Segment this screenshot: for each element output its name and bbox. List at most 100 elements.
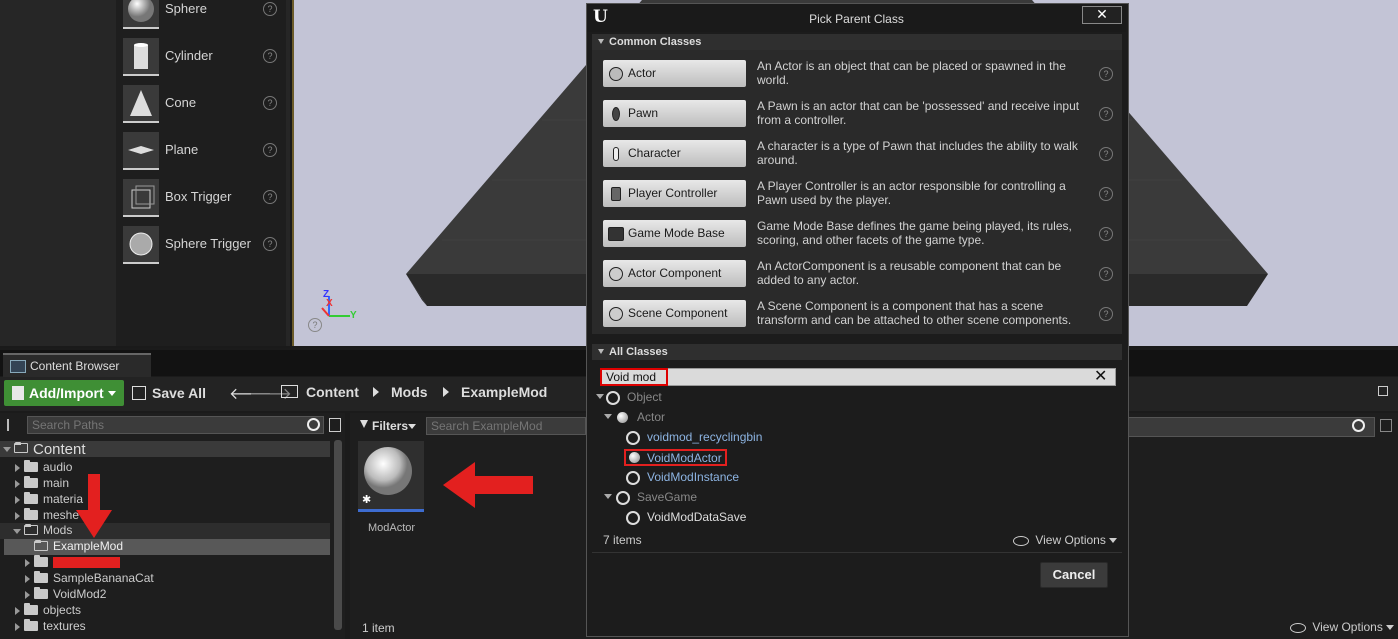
expand-icon[interactable] (15, 480, 20, 488)
help-icon[interactable]: ? (1099, 307, 1113, 321)
close-button[interactable]: ✕ (1082, 6, 1122, 24)
lock-icon[interactable] (1378, 386, 1388, 396)
search-paths-input[interactable] (27, 416, 324, 434)
expand-icon[interactable] (596, 394, 604, 399)
class-button-pawn[interactable]: Pawn (603, 100, 746, 127)
help-icon[interactable]: ? (1099, 107, 1113, 121)
common-classes-header[interactable]: Common Classes (592, 34, 1122, 50)
search-icon[interactable] (1352, 419, 1365, 432)
help-icon[interactable]: ? (263, 2, 277, 16)
expand-icon[interactable] (25, 575, 30, 583)
actor-component-icon (609, 267, 623, 281)
expand-icon[interactable] (3, 447, 11, 452)
class-button-player-controller[interactable]: Player Controller (603, 180, 746, 207)
save-search-icon[interactable] (1380, 419, 1392, 432)
help-icon[interactable]: ? (1099, 147, 1113, 161)
class-description: A character is a type of Pawn that inclu… (757, 139, 1078, 167)
expand-icon[interactable] (25, 591, 30, 599)
filters-label: Filters (372, 419, 409, 433)
help-icon[interactable]: ? (1099, 267, 1113, 281)
help-icon[interactable]: ? (1099, 187, 1113, 201)
tree-item-label: objects (43, 603, 82, 617)
breadcrumb-content[interactable]: Content (306, 384, 359, 400)
cancel-button[interactable]: Cancel (1040, 562, 1108, 588)
expand-icon[interactable] (15, 464, 20, 472)
tree-item-examplemod[interactable]: ExampleMod (4, 539, 330, 555)
help-icon[interactable]: ? (1099, 227, 1113, 241)
class-button-actor[interactable]: Actor (603, 60, 746, 87)
view-options-label: View Options (1035, 533, 1106, 547)
breadcrumb-separator[interactable] (443, 387, 449, 397)
class-tree-label: VoidModActor (647, 451, 722, 465)
class-tree-label: Actor (637, 410, 666, 424)
character-icon (613, 147, 619, 161)
place-actors-list: Sphere ? Cylinder ? Cone ? Plane ? Box T… (116, 0, 286, 346)
annotation-arrow-down (76, 474, 112, 538)
tab-content-browser[interactable]: Content Browser (3, 353, 151, 379)
collapse-icon[interactable] (598, 349, 604, 354)
folder-open-icon (24, 524, 38, 535)
collapse-icon[interactable] (598, 39, 604, 44)
paths-scrollbar[interactable] (334, 440, 342, 630)
folder-open-icon (14, 442, 28, 453)
place-item-label: Sphere (165, 1, 207, 16)
place-item-sphere[interactable]: Sphere ? (116, 0, 286, 33)
all-classes-header[interactable]: All Classes (592, 344, 1122, 360)
class-button-game-mode-base[interactable]: Game Mode Base (603, 220, 746, 247)
breadcrumb-separator[interactable] (373, 387, 379, 397)
search-icon[interactable] (307, 418, 320, 431)
tree-toggle-icon[interactable] (7, 419, 23, 431)
player-controller-icon (611, 187, 621, 201)
class-search-input[interactable] (600, 368, 1116, 386)
help-icon[interactable]: ? (263, 49, 277, 63)
add-import-button[interactable]: Add/Import (4, 380, 124, 406)
tree-item-mods[interactable]: Mods (0, 523, 330, 539)
filters-button[interactable]: Filters (356, 417, 420, 435)
new-file-icon (12, 386, 24, 400)
asset-tile-modactor[interactable]: ✱ (358, 441, 424, 512)
expand-icon[interactable] (15, 512, 20, 520)
expand-icon[interactable] (13, 529, 21, 534)
save-all-button[interactable]: Save All (132, 380, 206, 406)
actor-icon (609, 67, 623, 81)
expand-icon[interactable] (604, 494, 612, 499)
help-icon[interactable]: ? (1099, 67, 1113, 81)
help-icon[interactable]: ? (263, 237, 277, 251)
tree-item-label: audio (43, 460, 73, 474)
class-button-character[interactable]: Character (603, 140, 746, 167)
tree-item-content[interactable]: Content (0, 441, 330, 458)
class-tree-label: VoidModDataSave (647, 510, 747, 524)
paths-options-icon[interactable] (329, 418, 341, 432)
help-icon[interactable]: ? (263, 143, 277, 157)
place-item-cylinder[interactable]: Cylinder ? (116, 34, 286, 80)
class-button-scene-component[interactable]: Scene Component (603, 300, 746, 327)
expand-icon[interactable] (15, 607, 20, 615)
place-item-sphere-trigger[interactable]: Sphere Trigger ? (116, 222, 286, 268)
expand-icon[interactable] (15, 623, 20, 631)
place-item-box-trigger[interactable]: Box Trigger ? (116, 175, 286, 221)
save-all-label: Save All (152, 385, 206, 401)
annotation-arrow-left (443, 462, 533, 508)
place-item-plane[interactable]: Plane ? (116, 128, 286, 174)
expand-icon[interactable] (25, 559, 30, 567)
clear-search-icon[interactable]: ✕ (1094, 366, 1107, 386)
chevron-down-icon (1386, 625, 1395, 631)
class-ball-icon (629, 452, 640, 463)
class-search-value[interactable]: Void mod (600, 368, 668, 386)
search-assets-input-extension[interactable] (1128, 417, 1375, 437)
help-icon[interactable]: ? (263, 190, 277, 204)
help-icon[interactable]: ? (263, 96, 277, 110)
place-item-cone[interactable]: Cone ? (116, 81, 286, 127)
view-options-button[interactable]: View Options (1290, 620, 1395, 634)
class-tree-voidmodactor[interactable]: VoidModActor (624, 449, 727, 466)
viewport-help-icon[interactable]: ? (308, 318, 322, 332)
breadcrumb-examplemod[interactable]: ExampleMod (461, 384, 547, 400)
tree-item-label: Content (33, 441, 86, 458)
dialog-view-options-button[interactable]: View Options (1013, 533, 1118, 547)
dialog-titlebar[interactable]: U Pick Parent Class (587, 4, 1126, 32)
expand-icon[interactable] (604, 414, 612, 419)
class-button-actor-component[interactable]: Actor Component (603, 260, 746, 287)
search-assets-input[interactable] (426, 417, 586, 435)
expand-icon[interactable] (15, 496, 20, 504)
breadcrumb-mods[interactable]: Mods (391, 384, 428, 400)
